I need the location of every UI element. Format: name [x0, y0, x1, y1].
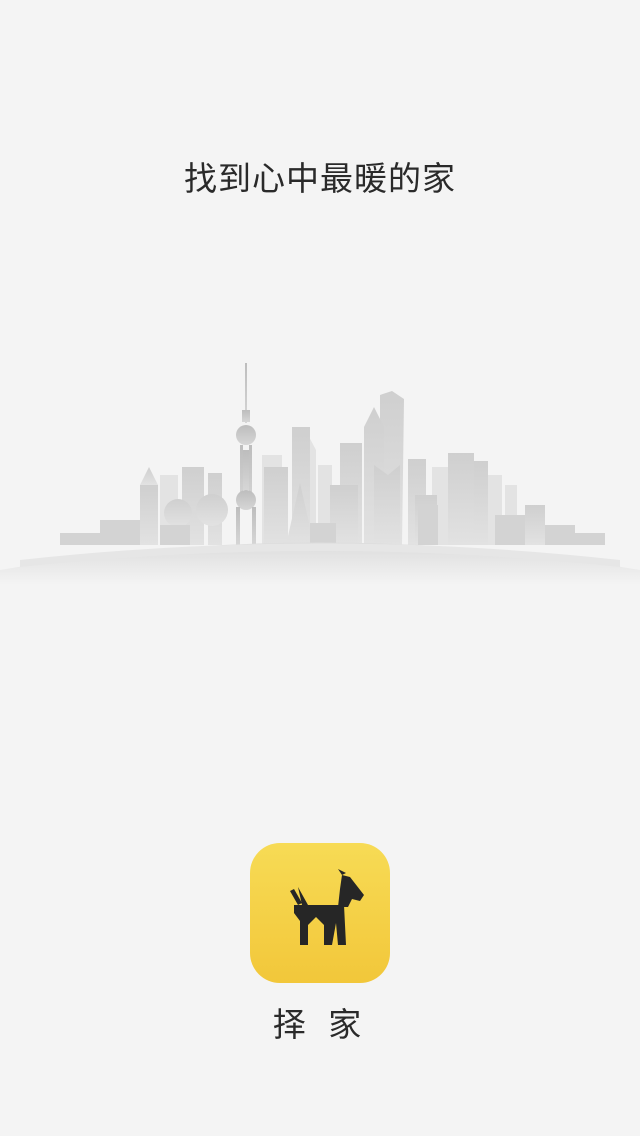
city-skyline-illustration — [0, 363, 640, 585]
splash-screen: 找到心中最暖的家 择 家 — [0, 0, 640, 1136]
app-icon — [250, 843, 390, 983]
app-name: 择 家 — [272, 1005, 368, 1044]
slogan-text: 找到心中最暖的家 — [184, 159, 456, 198]
dog-house-icon — [290, 869, 364, 945]
